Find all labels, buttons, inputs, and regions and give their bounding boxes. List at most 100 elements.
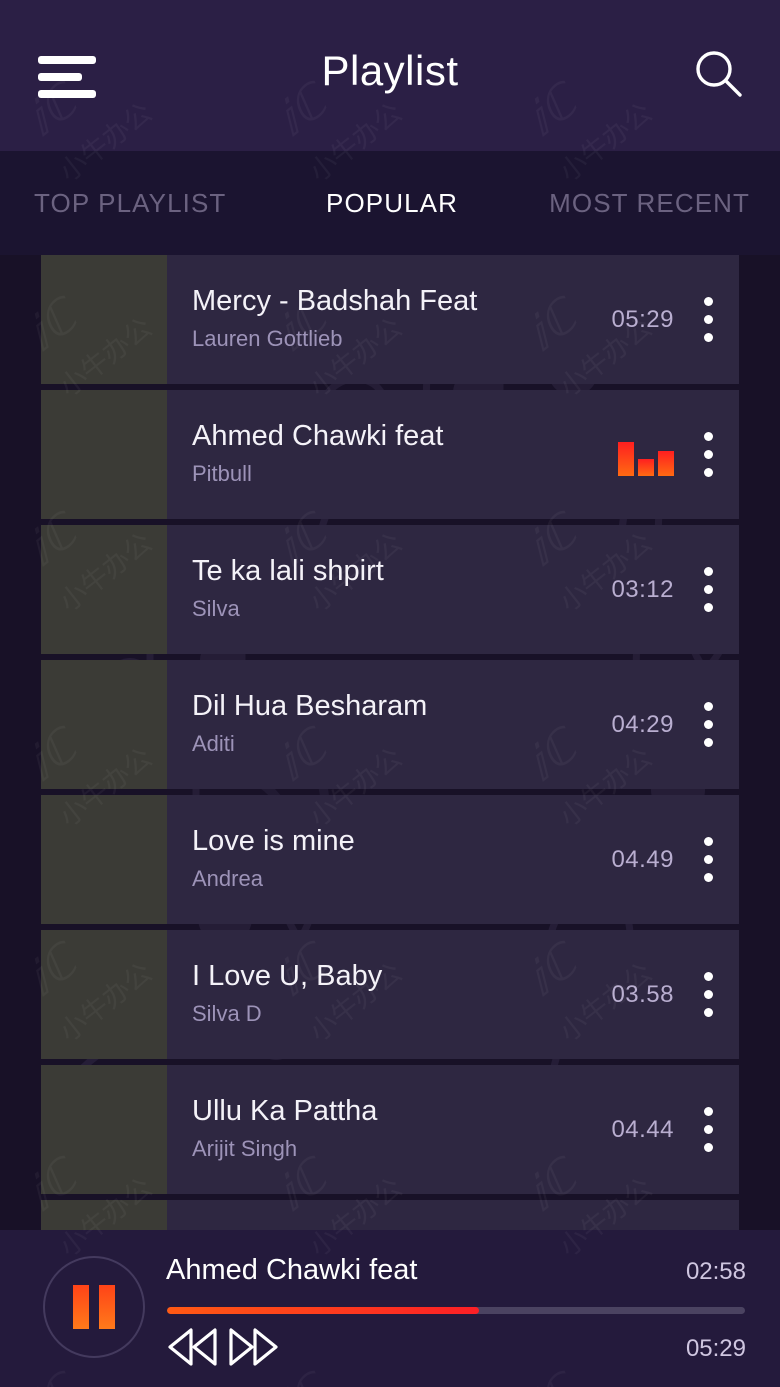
now-playing-bar: Ahmed Chawki feat 02:58 05:29: [0, 1230, 780, 1387]
album-thumbnail: [41, 1065, 167, 1194]
table-row[interactable]: Te ka lali shpirt Silva 03:12: [41, 525, 739, 654]
song-info: Love is mine Andrea: [167, 795, 564, 924]
album-thumbnail: [41, 795, 167, 924]
song-artist: Aditi: [192, 730, 235, 756]
kebab-dot: [704, 603, 713, 612]
table-row[interactable]: Love is mine Andrea 04.49: [41, 795, 739, 924]
table-row[interactable]: I Love U, Baby Silva D 03.58: [41, 930, 739, 1059]
rewind-icon[interactable]: [166, 1325, 220, 1369]
overflow-menu-icon[interactable]: [704, 702, 713, 747]
row-actions: 05:29: [564, 255, 739, 384]
pause-bar: [99, 1285, 115, 1329]
progress-fill: [167, 1307, 480, 1314]
row-actions: 04:29: [564, 660, 739, 789]
row-actions: [564, 390, 739, 519]
album-thumbnail: [41, 390, 167, 519]
kebab-dot: [704, 990, 713, 999]
kebab-dot: [704, 1107, 713, 1116]
tab-most-recent[interactable]: MOST RECENT: [511, 188, 780, 219]
song-duration: 04:29: [611, 710, 674, 738]
kebab-dot: [704, 738, 713, 747]
song-artist: Arijit Singh: [192, 1135, 298, 1161]
app-header: Playlist: [0, 0, 780, 151]
table-row[interactable]: Ullu Ka Pattha Arijit Singh 04.44: [41, 1065, 739, 1194]
song-artist: Silva: [192, 595, 240, 621]
kebab-dot: [704, 432, 713, 441]
kebab-dot: [704, 702, 713, 711]
song-title: Love is mine: [192, 825, 355, 858]
kebab-dot: [704, 450, 713, 459]
song-title: I Love U, Baby: [192, 960, 383, 993]
overflow-menu-icon[interactable]: [704, 972, 713, 1017]
song-artist: Lauren Gottlieb: [192, 325, 343, 351]
song-info: [167, 1200, 739, 1230]
song-duration: 04.49: [611, 845, 674, 873]
song-title: Ullu Ka Pattha: [192, 1095, 378, 1128]
fast-forward-icon[interactable]: [226, 1325, 280, 1369]
kebab-dot: [704, 1008, 713, 1017]
kebab-dot: [704, 1125, 713, 1134]
kebab-dot: [704, 567, 713, 576]
song-info: Ahmed Chawki feat Pitbull: [167, 390, 564, 519]
overflow-menu-icon[interactable]: [704, 1107, 713, 1152]
song-info: I Love U, Baby Silva D: [167, 930, 564, 1059]
table-row[interactable]: Ahmed Chawki feat Pitbull: [41, 390, 739, 519]
song-info: Ullu Ka Pattha Arijit Singh: [167, 1065, 564, 1194]
now-playing-title: Ahmed Chawki feat: [166, 1254, 418, 1286]
song-duration: 03:12: [611, 575, 674, 603]
kebab-dot: [704, 297, 713, 306]
song-artist: Silva D: [192, 1000, 262, 1026]
song-duration: 03.58: [611, 980, 674, 1008]
album-thumbnail: [41, 1200, 167, 1230]
table-row[interactable]: Dil Hua Besharam Aditi 04:29: [41, 660, 739, 789]
current-time: 02:58: [685, 1258, 746, 1285]
row-actions: 04.49: [564, 795, 739, 924]
overflow-menu-icon[interactable]: [704, 567, 713, 612]
song-title: Te ka lali shpirt: [192, 555, 384, 588]
music-player-screen: Playlist TOP PLAYLIST POPULAR MOST RECEN…: [0, 0, 780, 1387]
overflow-menu-icon[interactable]: [704, 837, 713, 882]
eq-bar: [658, 450, 674, 476]
album-thumbnail: [41, 660, 167, 789]
kebab-dot: [704, 468, 713, 477]
kebab-dot: [704, 1143, 713, 1152]
kebab-dot: [704, 720, 713, 729]
table-row[interactable]: Mercy - Badshah Feat Lauren Gottlieb 05:…: [41, 255, 739, 384]
total-time: 05:29: [685, 1335, 746, 1362]
playlist-list[interactable]: Mercy - Badshah Feat Lauren Gottlieb 05:…: [41, 255, 739, 1230]
kebab-dot: [704, 315, 713, 324]
pause-bar: [73, 1285, 89, 1329]
song-info: Mercy - Badshah Feat Lauren Gottlieb: [167, 255, 564, 384]
album-thumbnail: [41, 255, 167, 384]
song-title: Mercy - Badshah Feat: [192, 285, 478, 318]
progress-slider[interactable]: [167, 1307, 745, 1314]
playlist-tabs: TOP PLAYLIST POPULAR MOST RECENT: [0, 151, 780, 255]
song-duration: 04.44: [611, 1115, 674, 1143]
kebab-dot: [704, 972, 713, 981]
tab-popular[interactable]: POPULAR: [273, 188, 512, 219]
kebab-dot: [704, 333, 713, 342]
now-playing-equalizer-icon: [618, 434, 674, 476]
eq-bar: [618, 441, 634, 476]
pause-button[interactable]: [43, 1256, 145, 1358]
overflow-menu-icon[interactable]: [704, 297, 713, 342]
song-info: Dil Hua Besharam Aditi: [167, 660, 564, 789]
table-row-partial[interactable]: [41, 1200, 739, 1230]
kebab-dot: [704, 873, 713, 882]
song-title: Ahmed Chawki feat: [192, 420, 444, 453]
kebab-dot: [704, 855, 713, 864]
search-icon[interactable]: [690, 46, 748, 104]
kebab-dot: [704, 837, 713, 846]
eq-bar: [638, 458, 654, 476]
row-actions: 04.44: [564, 1065, 739, 1194]
row-actions: 03.58: [564, 930, 739, 1059]
tab-top-playlist[interactable]: TOP PLAYLIST: [0, 188, 273, 219]
kebab-dot: [704, 585, 713, 594]
song-title: Dil Hua Besharam: [192, 690, 428, 723]
song-info: Te ka lali shpirt Silva: [167, 525, 564, 654]
album-thumbnail: [41, 525, 167, 654]
page-title: Playlist: [321, 47, 459, 94]
song-duration: 05:29: [611, 305, 674, 333]
overflow-menu-icon[interactable]: [704, 432, 713, 477]
row-actions: 03:12: [564, 525, 739, 654]
